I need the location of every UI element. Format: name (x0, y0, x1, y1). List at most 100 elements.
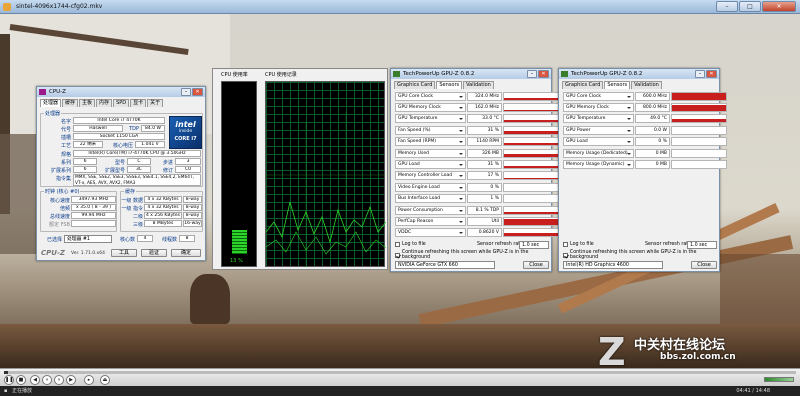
open-button[interactable]: ⏏ (100, 375, 110, 385)
sensor-name-select[interactable]: GPU Memory Clock (563, 102, 634, 112)
sensor-name-select[interactable]: GPU Memory Clock (395, 102, 466, 112)
sensor-graph-fill (504, 165, 558, 168)
cpu-history-graph (265, 81, 386, 268)
gpuz1-log-checkbox[interactable] (395, 242, 400, 247)
validate-button[interactable]: 验证 (141, 249, 167, 257)
rated-fsb-value (71, 220, 116, 227)
gpuz1-device-select[interactable]: NVIDIA GeForce GTX 660 (395, 261, 495, 269)
tab-about[interactable]: 关于 (147, 99, 164, 107)
rewind-button[interactable]: « (42, 375, 52, 385)
tab-mainboard[interactable]: 主板 (79, 99, 96, 107)
gpuz1-refresh-rate-select[interactable]: 1.0 sec (519, 241, 549, 249)
sensor-row: GPU Load 31 % (395, 159, 559, 169)
gpuz2-log-to-file[interactable]: Log to file (563, 242, 594, 247)
sensor-graph (503, 102, 559, 112)
gpuz2-minimize-button[interactable]: – (695, 70, 705, 78)
sensor-name-select[interactable]: Bus Interface Load (395, 194, 466, 204)
volume-slider[interactable] (764, 377, 794, 382)
tab-memory[interactable]: 内存 (96, 99, 113, 107)
sensor-name-select[interactable]: Power Consumption (395, 205, 466, 215)
processor-select[interactable]: 处理器 #1 (64, 235, 112, 243)
seek-bar[interactable] (4, 371, 796, 374)
play-status-icon: ▪ (4, 388, 8, 394)
sensor-name-select[interactable]: Memory Controller Load (395, 171, 466, 181)
sensor-name-select[interactable]: PerfCap Reason (395, 216, 466, 226)
gpuz2-log-checkbox[interactable] (563, 242, 568, 247)
gpuz1-continue-checkbox[interactable] (395, 252, 400, 258)
tab-caches[interactable]: 缓存 (62, 99, 79, 107)
sensor-graph-fill (504, 153, 558, 157)
sensor-row: GPU Core Clock 600.0 MHz (563, 91, 727, 101)
gpuz2-continue-refresh[interactable]: Continue refreshing this screen while GP… (563, 250, 719, 260)
gpuz2-close-x-button[interactable]: ✕ (706, 70, 717, 78)
sensor-value: 0.0 W (635, 125, 670, 135)
tab-spd[interactable]: SPD (113, 99, 130, 107)
tab-cpu[interactable]: 处理器 (40, 99, 62, 107)
sensor-name-select[interactable]: Memory Usage (Dynamic) (563, 159, 634, 169)
play-pause-button[interactable]: ❚❚ (4, 375, 14, 385)
cpu-history-lines (266, 112, 386, 268)
tools-button[interactable]: 工具 (111, 249, 137, 257)
gpuz2-app-icon (561, 71, 568, 77)
rated-fsb-label: 额定 FSB (49, 222, 70, 228)
l1d-way: 8-way (183, 196, 202, 203)
gpuz2-tab-validation[interactable]: Validation (631, 81, 662, 89)
gpuz2-device-select[interactable]: Intel(R) HD Graphics 4600 (563, 261, 663, 269)
sensor-graph (671, 114, 727, 124)
gpuz2-tab-sensors[interactable]: Sensors (604, 81, 631, 89)
sensor-name-select[interactable]: Memory Usage (Dedicated) (563, 148, 634, 158)
sensor-graph (503, 137, 559, 147)
sensor-name-select[interactable]: GPU Load (563, 137, 634, 147)
stop-button[interactable]: ■ (16, 375, 26, 385)
gpuz1-close-x-button[interactable]: ✕ (538, 70, 549, 78)
gpuz2-continue-checkbox[interactable] (563, 252, 568, 258)
sensor-name-select[interactable]: GPU Temperature (395, 114, 466, 124)
sensor-value: 49.0 °C (635, 114, 670, 124)
gpuz1-tab-validation[interactable]: Validation (463, 81, 494, 89)
forward-button[interactable]: » (54, 375, 64, 385)
intel-logo-inside: inside (178, 129, 193, 134)
voltage-label: 核心电压 (112, 143, 133, 149)
sensor-name-select[interactable]: GPU Core Clock (395, 91, 466, 101)
next-button[interactable]: ▶ (66, 375, 76, 385)
sensor-row: PerfCap Reason Util (395, 216, 559, 226)
gpuz1-continue-refresh[interactable]: Continue refreshing this screen while GP… (395, 250, 551, 260)
gpuz1-minimize-button[interactable]: – (527, 70, 537, 78)
sensor-row: GPU Power 0.0 W (563, 125, 727, 135)
seek-handle[interactable] (4, 371, 8, 374)
minimize-button[interactable]: – (716, 1, 738, 12)
cpu-usage-label: CPU 使用率 (221, 72, 248, 78)
gpuz1-title-bar: TechPowerUp GPU-Z 0.8.2 – ✕ (391, 69, 551, 79)
l3-value: 8 MBytes (144, 220, 182, 227)
gpuz2-refresh-rate-select[interactable]: 1.0 sec (687, 241, 717, 249)
gpuz1-log-to-file[interactable]: Log to file (395, 242, 426, 247)
threads-value: 8 (179, 235, 195, 242)
sensor-name-select[interactable]: GPU Temperature (563, 114, 634, 124)
sensor-name-select[interactable]: Memory Used (395, 148, 466, 158)
prev-button[interactable]: ◀ (30, 375, 40, 385)
frame-step-button[interactable]: ▸ (84, 375, 94, 385)
cpuz-title-bar: CPU-Z – ✕ (37, 87, 205, 97)
maximize-button[interactable]: □ (739, 1, 761, 12)
tab-graphics[interactable]: 显卡 (130, 99, 147, 107)
gpuz1-tab-graphics-card[interactable]: Graphics Card (394, 81, 436, 89)
time-readout: 04:41 / 14:48 (736, 388, 770, 394)
gpuz2-tab-graphics-card[interactable]: Graphics Card (562, 81, 604, 89)
sensor-name-select[interactable]: Video Engine Load (395, 182, 466, 192)
gpuz2-close-button[interactable]: Close (691, 261, 717, 269)
gpuz1-tab-sensors[interactable]: Sensors (436, 81, 463, 89)
gpuz1-close-button[interactable]: Close (523, 261, 549, 269)
sensor-graph-fill (672, 104, 726, 111)
sensor-name-select[interactable]: GPU Load (395, 159, 466, 169)
sensor-name-select[interactable]: Fan Speed (%) (395, 125, 466, 135)
sensor-name-select[interactable]: GPU Core Clock (563, 91, 634, 101)
sensor-name-select[interactable]: GPU Power (563, 125, 634, 135)
ok-button[interactable]: 确定 (171, 249, 201, 257)
sensor-name-select[interactable]: Fan Speed (RPM) (395, 137, 466, 147)
stepping-value: 3 (175, 158, 201, 165)
cpuz-minimize-button[interactable]: – (181, 88, 191, 96)
sensor-name-select[interactable]: VDDC (395, 228, 466, 238)
cpuz-close-button[interactable]: ✕ (192, 88, 203, 96)
model-value: C (127, 158, 151, 165)
close-button[interactable]: ✕ (762, 1, 796, 12)
